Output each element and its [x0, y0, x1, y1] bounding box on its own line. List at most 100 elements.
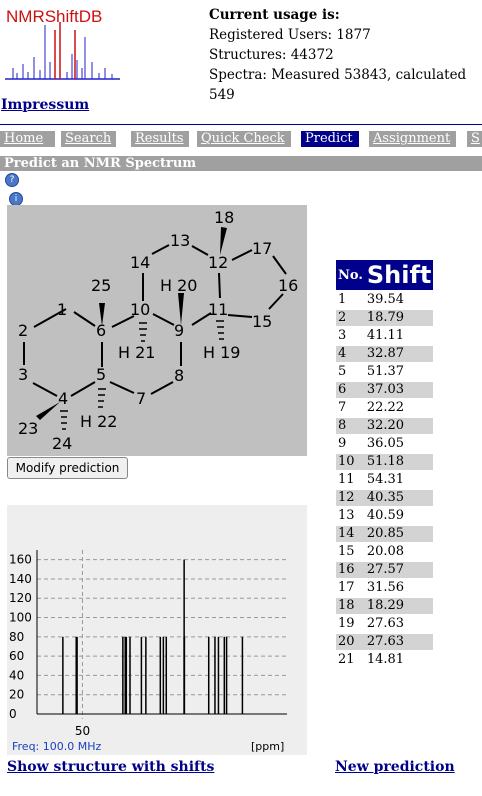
- row-number: 11: [338, 472, 355, 487]
- impressum-link[interactable]: Impressum: [1, 97, 89, 113]
- atom-label: 23: [18, 419, 38, 438]
- ppm-unit-label: [ppm]: [251, 740, 284, 753]
- y-tick-label: 40: [9, 668, 24, 682]
- shift-value: 18.29: [364, 598, 434, 614]
- atom-label: 25: [91, 276, 111, 295]
- tab-search[interactable]: Search: [61, 131, 116, 147]
- atom-label: 2: [18, 321, 28, 340]
- shift-value: 51.37: [366, 364, 405, 379]
- help-icon[interactable]: ?: [5, 173, 19, 187]
- table-row: 2 18.79: [336, 310, 434, 326]
- table-row: 15 20.08: [336, 544, 433, 560]
- atom-label: 12: [208, 253, 228, 272]
- table-row: 8 32.20: [336, 418, 434, 434]
- logo-text: NMRShiftDB: [6, 7, 102, 26]
- atom-label: 6: [96, 321, 106, 340]
- tab-quick-check[interactable]: Quick Check: [197, 131, 291, 147]
- table-row: 10 51.18: [336, 454, 434, 470]
- y-tick-label: 20: [9, 688, 24, 702]
- row-number: 8: [336, 418, 365, 434]
- shift-value: 37.03: [364, 382, 434, 398]
- table-row: 14 20.85: [336, 526, 434, 542]
- spectrum-chart: 0 20 40 60 80 100 120 140 160 50 Freq: 100.0 MHz…: [7, 505, 307, 755]
- frequency-label: Freq: 100.0 MHz: [12, 740, 102, 753]
- shift-value: 40.59: [366, 508, 405, 523]
- atom-label: 14: [130, 253, 150, 272]
- tab-predict[interactable]: Predict: [301, 131, 359, 147]
- table-row: 3 41.11: [336, 328, 433, 344]
- new-prediction-link[interactable]: New prediction: [335, 759, 455, 775]
- row-number: 4: [336, 346, 365, 362]
- usage-panel: Current usage is: Registered Users: 1877…: [209, 5, 479, 105]
- tab-s[interactable]: S: [467, 131, 482, 147]
- atom-label: 11: [208, 300, 228, 319]
- column-header-number: No.: [336, 260, 365, 290]
- table-row: 9 36.05: [336, 436, 433, 452]
- y-tick-label: 120: [9, 591, 32, 605]
- atom-label: 18: [214, 208, 234, 227]
- registered-users: Registered Users: 1877: [209, 27, 371, 43]
- y-tick-label: 140: [9, 572, 32, 586]
- tab-bar: Home Search Results Quick Check Predict …: [0, 131, 482, 147]
- shift-value: 22.22: [366, 400, 405, 415]
- row-number: 18: [336, 598, 365, 614]
- atom-label: 1: [57, 300, 67, 319]
- row-number: 6: [336, 382, 365, 398]
- y-tick-label: 100: [9, 611, 32, 625]
- modify-prediction-button[interactable]: Modify prediction: [7, 457, 128, 479]
- y-tick-label: 0: [9, 707, 17, 721]
- atom-label: 4: [58, 389, 68, 408]
- row-number: 19: [338, 616, 355, 631]
- nmrshiftdb-logo[interactable]: NMRShiftDB: [4, 2, 122, 82]
- shift-value: 27.57: [364, 562, 434, 578]
- row-number: 17: [338, 580, 355, 595]
- table-row: 12 40.35: [336, 490, 434, 506]
- row-number: 15: [338, 544, 355, 559]
- row-number: 12: [336, 490, 365, 506]
- row-number: 16: [336, 562, 365, 578]
- y-tick-label: 80: [9, 630, 24, 644]
- shift-value: 32.20: [364, 418, 434, 434]
- row-number: 5: [338, 364, 347, 379]
- shift-value: 27.63: [364, 634, 434, 650]
- table-row: 7 22.22: [336, 400, 433, 416]
- atom-label: 10: [130, 300, 150, 319]
- show-structure-with-shifts-link[interactable]: Show structure with shifts: [7, 759, 214, 775]
- row-number: 10: [336, 454, 365, 470]
- shift-value: 32.87: [364, 346, 434, 362]
- atom-label: 16: [278, 276, 298, 295]
- atom-label: 9: [174, 321, 184, 340]
- atom-label: 3: [18, 365, 28, 384]
- row-number: 14: [336, 526, 365, 542]
- shift-value: 18.79: [364, 310, 434, 326]
- table-row: 4 32.87: [336, 346, 434, 362]
- section-title: Predict an NMR Spectrum: [0, 156, 482, 171]
- table-row: 1 39.54: [336, 292, 433, 308]
- info-icon[interactable]: i: [9, 192, 23, 206]
- row-number: 9: [338, 436, 347, 451]
- table-row: 21 14.81: [336, 652, 433, 668]
- shift-value: 39.54: [366, 292, 405, 307]
- tab-home[interactable]: Home: [0, 131, 55, 147]
- table-row: 13 40.59: [336, 508, 433, 524]
- shift-value: 20.85: [364, 526, 434, 542]
- column-header-shift: Shift: [364, 260, 434, 290]
- atom-label: 13: [170, 231, 190, 250]
- table-row: 19 27.63: [336, 616, 433, 632]
- atom-label: 8: [174, 366, 184, 385]
- usage-title: Current usage is:: [209, 7, 340, 23]
- row-number: 20: [336, 634, 365, 650]
- shift-value: 27.63: [366, 616, 405, 631]
- spectra-count: Spectra: Measured 53843, calculated 549: [209, 67, 467, 103]
- row-number: 7: [338, 400, 347, 415]
- h-label: H 19: [203, 343, 240, 362]
- row-number: 1: [338, 292, 347, 307]
- tab-assignment[interactable]: Assignment: [369, 131, 456, 147]
- row-number: 21: [338, 652, 355, 667]
- h-label: H 21: [118, 343, 155, 362]
- shift-value: 20.08: [366, 544, 405, 559]
- divider: [0, 124, 482, 125]
- tab-results[interactable]: Results: [131, 131, 189, 147]
- structures-count: Structures: 44372: [209, 47, 334, 63]
- atom-label: 15: [252, 312, 272, 331]
